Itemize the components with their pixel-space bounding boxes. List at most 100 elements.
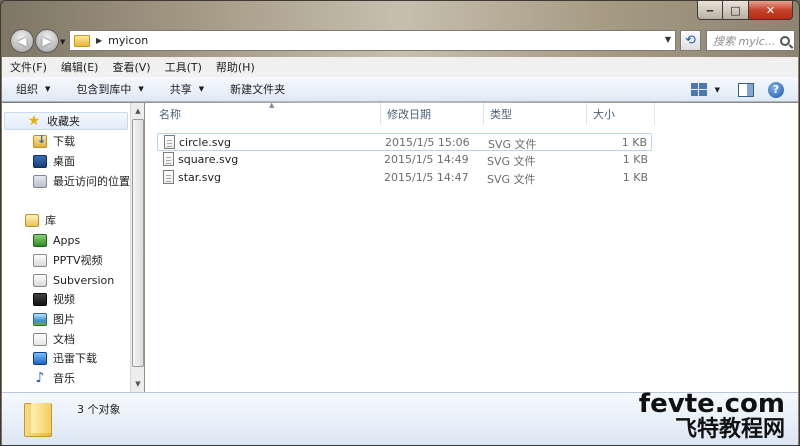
folder-icon <box>74 34 90 47</box>
column-name-label: 名称 <box>159 108 181 121</box>
help-icon[interactable]: ? <box>768 81 784 98</box>
nav-documents[interactable]: 文档 <box>2 330 75 348</box>
sort-ascending-icon: ▲ <box>269 101 275 109</box>
address-history-dropdown[interactable]: ▼ <box>665 35 671 44</box>
watermark-line-2: 飞特教程网 <box>674 417 785 442</box>
table-row[interactable]: square.svg 2015/1/5 14:49 SVG 文件 1 KB <box>157 151 652 169</box>
file-name: circle.svg <box>179 136 231 149</box>
menu-help[interactable]: 帮助(H) <box>216 59 255 75</box>
menu-tools[interactable]: 工具(T) <box>165 59 202 75</box>
nav-videos-label: 视频 <box>53 293 75 306</box>
refresh-button[interactable]: ⟲ <box>680 30 701 51</box>
window-caption-buttons: ‒ □ ✕ <box>697 1 793 20</box>
chevron-down-icon: ▼ <box>198 85 205 93</box>
explorer-window: ‒ □ ✕ ◀ ▶ ▼ ▶ myicon ▼ ⟲ 搜索 myic... 文件(F… <box>0 0 800 446</box>
item-count: 3 个对象 <box>77 403 121 416</box>
svg-file-icon <box>163 170 174 184</box>
nav-thunder-label: 迅雷下载 <box>53 352 97 365</box>
nav-favorites-label: 收藏夹 <box>47 115 80 128</box>
desktop-icon <box>33 154 47 168</box>
new-folder-label: 新建文件夹 <box>230 83 286 96</box>
nav-music-label: 音乐 <box>53 372 75 385</box>
file-modified: 2015/1/5 14:47 <box>384 171 469 184</box>
subversion-library-icon <box>33 273 47 287</box>
table-row[interactable]: star.svg 2015/1/5 14:47 SVG 文件 1 KB <box>157 169 652 187</box>
folder-large-icon <box>24 403 52 437</box>
menu-file[interactable]: 文件(F) <box>10 59 47 75</box>
recent-places-icon <box>33 174 47 188</box>
back-button[interactable]: ◀ <box>10 29 34 53</box>
include-label: 包含到库中 <box>76 83 132 96</box>
search-box[interactable]: 搜索 myic... <box>706 30 795 51</box>
nav-favorites[interactable]: ★ 收藏夹 <box>4 112 128 130</box>
nav-desktop[interactable]: 桌面 <box>2 152 75 170</box>
menu-bar: 文件(F) 编辑(E) 查看(V) 工具(T) 帮助(H) <box>2 57 798 77</box>
forward-button[interactable]: ▶ <box>35 29 59 53</box>
library-icon <box>25 213 39 227</box>
nav-libraries-label: 库 <box>45 214 56 227</box>
column-header-name[interactable]: 名称 ▲ <box>153 101 381 125</box>
column-size-label: 大小 <box>593 108 615 121</box>
scroll-up-arrow-icon[interactable]: ▲ <box>132 104 144 118</box>
column-type-label: 类型 <box>490 108 512 121</box>
scroll-down-arrow-icon[interactable]: ▼ <box>132 377 144 391</box>
nav-libraries[interactable]: 库 <box>2 211 56 229</box>
file-name: square.svg <box>178 153 239 166</box>
refresh-icon: ⟲ <box>685 33 696 48</box>
view-controls: ▼ ? <box>690 77 798 102</box>
minimize-button[interactable]: ‒ <box>697 1 723 20</box>
nav-downloads-label: 下载 <box>53 135 75 148</box>
nav-apps-label: Apps <box>53 233 81 247</box>
table-row[interactable]: circle.svg 2015/1/5 15:06 SVG 文件 1 KB <box>157 133 652 151</box>
nav-desktop-label: 桌面 <box>53 155 75 168</box>
share-button[interactable]: 共享 ▼ <box>170 81 204 97</box>
column-modified-label: 修改日期 <box>387 108 431 121</box>
nav-music[interactable]: ♪ 音乐 <box>2 369 75 387</box>
nav-subversion-label: Subversion <box>53 273 115 287</box>
downloads-icon <box>33 133 47 148</box>
column-header-size[interactable]: 大小 <box>587 103 655 125</box>
breadcrumb-chevron-icon[interactable]: ▶ <box>96 36 102 45</box>
nav-recent-label: 最近访问的位置 <box>53 175 130 188</box>
nav-subversion[interactable]: Subversion <box>2 271 114 289</box>
nav-thunder-downloads[interactable]: 迅雷下载 <box>2 349 97 367</box>
file-type: SVG 文件 <box>487 173 536 186</box>
menu-edit[interactable]: 编辑(E) <box>61 59 99 75</box>
nav-apps[interactable]: Apps <box>2 231 80 249</box>
navigation-scrollbar[interactable]: ▲ ▼ <box>130 103 144 392</box>
file-type: SVG 文件 <box>487 155 536 168</box>
recent-pages-dropdown[interactable]: ▼ <box>60 38 65 46</box>
svg-file-icon <box>163 152 174 166</box>
breadcrumb-current[interactable]: myicon <box>108 34 148 47</box>
chevron-down-icon: ▼ <box>138 85 144 93</box>
organize-button[interactable]: 组织 ▼ <box>16 81 50 97</box>
nav-recent-places[interactable]: 最近访问的位置 <box>2 172 130 190</box>
column-header-modified[interactable]: 修改日期 <box>381 103 484 125</box>
preview-pane-icon[interactable] <box>738 82 754 97</box>
nav-videos[interactable]: 视频 <box>2 290 75 308</box>
scrollbar-thumb[interactable] <box>132 119 144 367</box>
include-in-library-button[interactable]: 包含到库中 ▼ <box>76 81 143 97</box>
nav-pictures[interactable]: 图片 <box>2 310 75 328</box>
change-view-icon[interactable] <box>690 83 707 96</box>
maximize-button[interactable]: □ <box>723 1 749 20</box>
search-input[interactable]: 搜索 myic... <box>713 33 775 49</box>
svg-file-icon <box>164 135 175 149</box>
nav-downloads[interactable]: 下载 <box>2 132 75 150</box>
file-modified: 2015/1/5 14:49 <box>384 153 469 166</box>
file-type: SVG 文件 <box>488 138 537 151</box>
address-bar[interactable]: ▶ myicon ▼ <box>69 30 676 51</box>
close-button[interactable]: ✕ <box>749 1 793 20</box>
file-size: 1 KB <box>622 153 648 166</box>
arrow-left-icon: ◀ <box>17 34 27 48</box>
file-name: star.svg <box>178 171 222 184</box>
share-label: 共享 <box>169 83 192 96</box>
menu-view[interactable]: 查看(V) <box>112 59 150 75</box>
command-bar: 组织 ▼ 包含到库中 ▼ 共享 ▼ 新建文件夹 ▼ ? <box>2 77 798 102</box>
search-icon <box>780 35 790 46</box>
column-header-type[interactable]: 类型 <box>484 103 587 125</box>
new-folder-button[interactable]: 新建文件夹 <box>230 81 285 97</box>
nav-pptv[interactable]: PPTV视频 <box>2 251 103 269</box>
view-options-dropdown[interactable]: ▼ <box>715 86 720 94</box>
arrow-right-icon: ▶ <box>42 34 52 48</box>
